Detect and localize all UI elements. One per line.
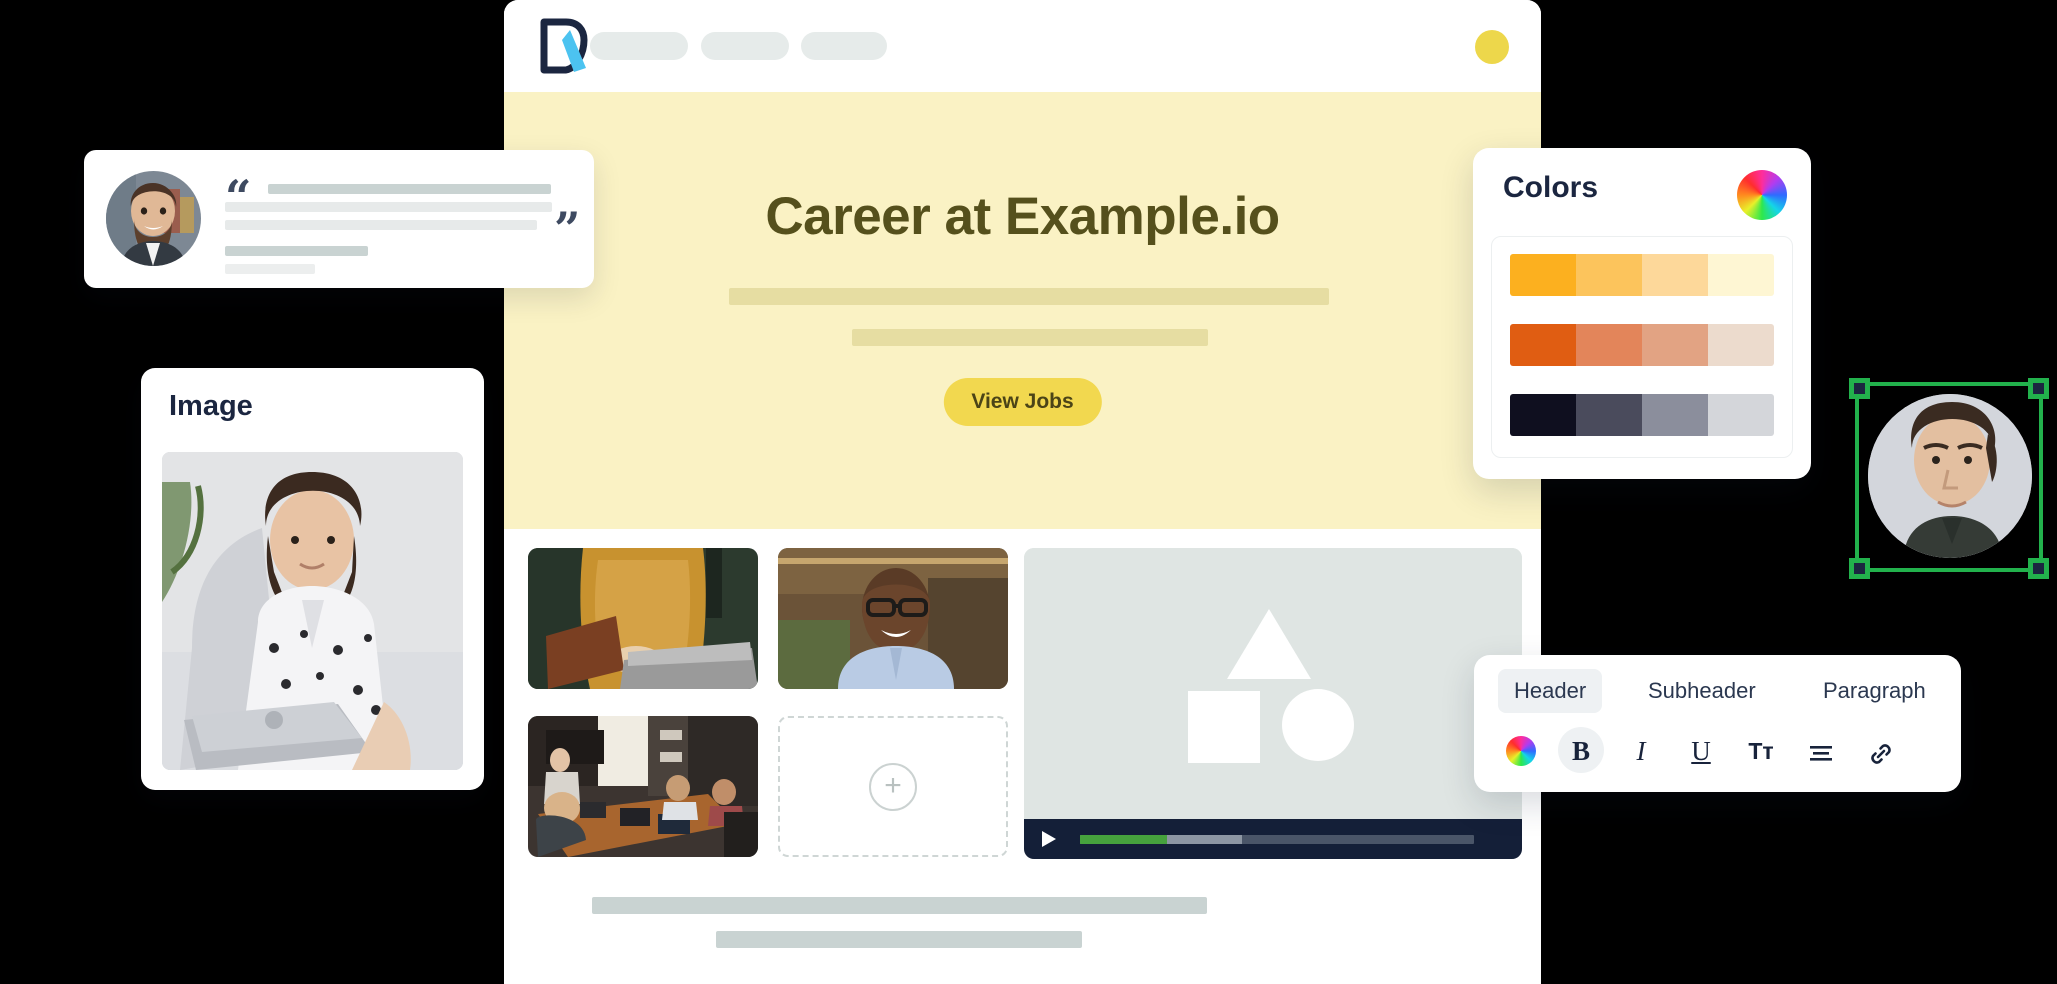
video-canvas [1024, 548, 1522, 819]
quote-placeholder-4 [225, 246, 368, 256]
view-jobs-button[interactable]: View Jobs [943, 378, 1102, 426]
hero-subtitle-placeholder-1 [729, 288, 1329, 305]
video-progress-played [1080, 835, 1167, 844]
nav-placeholder-3[interactable] [801, 32, 887, 60]
video-progress-bar[interactable] [1080, 835, 1474, 844]
underline-button[interactable]: U [1678, 727, 1724, 773]
circle-shape-icon [1282, 689, 1354, 761]
photo-tile-laptop[interactable] [528, 548, 758, 689]
account-avatar[interactable] [1475, 30, 1509, 64]
video-player[interactable] [1024, 548, 1522, 859]
swatch-neutral-2[interactable] [1576, 394, 1642, 436]
image-card-title: Image [169, 390, 253, 422]
swatch-orange-3[interactable] [1642, 324, 1708, 366]
swatch-amber-2[interactable] [1576, 254, 1642, 296]
swatch-orange-1[interactable] [1510, 324, 1576, 366]
swatch-row-neutral [1510, 394, 1774, 436]
text-color-button[interactable] [1498, 727, 1544, 773]
play-icon[interactable] [1042, 831, 1056, 847]
image-card-photo[interactable] [162, 452, 463, 770]
tab-header[interactable]: Header [1498, 669, 1603, 713]
nav-placeholder-2[interactable] [701, 32, 789, 60]
format-button-group: B I U Tᴛ [1474, 727, 1961, 783]
style-tab-group: Header Subheader Paragraph [1474, 669, 1961, 719]
add-image-tile[interactable]: + [778, 716, 1008, 857]
site-preview-window: Career at Example.io View Jobs + [504, 0, 1541, 984]
swatch-neutral-3[interactable] [1642, 394, 1708, 436]
colors-panel-title: Colors [1503, 171, 1599, 204]
selected-avatar-object[interactable] [1849, 378, 2049, 579]
bold-button[interactable]: B [1558, 727, 1604, 773]
quote-placeholder-1 [268, 184, 551, 194]
selection-frame [1855, 382, 2043, 572]
colors-panel[interactable]: Colors [1473, 148, 1811, 479]
text-format-toolbar[interactable]: Header Subheader Paragraph B I U Tᴛ [1474, 655, 1961, 792]
triangle-shape-icon [1227, 609, 1311, 679]
tab-paragraph[interactable]: Paragraph [1807, 669, 1942, 713]
italic-button[interactable]: I [1618, 727, 1664, 773]
photo-tile-meeting-room[interactable] [528, 716, 758, 857]
quote-placeholder-2 [225, 202, 552, 212]
color-wheel-icon[interactable] [1737, 170, 1787, 220]
body-placeholder-2 [716, 931, 1082, 948]
resize-handle-bottom-left[interactable] [1849, 558, 1870, 579]
avatar [106, 171, 201, 266]
image-card[interactable]: Image [141, 368, 484, 790]
plus-icon: + [869, 762, 917, 811]
quote-placeholder-5 [225, 264, 315, 274]
align-button[interactable] [1798, 727, 1844, 773]
align-icon [1810, 745, 1832, 761]
resize-handle-top-left[interactable] [1849, 378, 1870, 399]
resize-handle-bottom-right[interactable] [2028, 558, 2049, 579]
color-wheel-icon [1506, 736, 1536, 766]
swatch-amber-3[interactable] [1642, 254, 1708, 296]
font-size-button[interactable]: Tᴛ [1738, 727, 1784, 773]
quote-placeholder-3 [225, 220, 537, 230]
tab-subheader[interactable]: Subheader [1632, 669, 1772, 713]
page-title: Career at Example.io [765, 187, 1280, 246]
swatch-amber-1[interactable] [1510, 254, 1576, 296]
body-placeholder-1 [592, 897, 1207, 914]
photo-tile-smiling-man[interactable] [778, 548, 1008, 689]
square-shape-icon [1188, 691, 1260, 763]
swatch-orange-2[interactable] [1576, 324, 1642, 366]
quote-open-icon: “ [225, 170, 252, 224]
swatch-row-amber [1510, 254, 1774, 296]
link-button[interactable] [1858, 727, 1904, 773]
video-controls [1024, 819, 1522, 859]
swatch-row-orange [1510, 324, 1774, 366]
swatch-neutral-1[interactable] [1510, 394, 1576, 436]
swatch-grid [1491, 236, 1793, 458]
document-pen-logo-icon[interactable] [536, 16, 594, 76]
hero-subtitle-placeholder-2 [852, 329, 1208, 346]
hero-section: Career at Example.io View Jobs [504, 92, 1541, 529]
swatch-amber-4[interactable] [1708, 254, 1774, 296]
testimonial-card[interactable]: “ ” [84, 150, 594, 288]
link-icon [1871, 744, 1891, 764]
nav-placeholder-1[interactable] [590, 32, 688, 60]
content-grid: + [504, 529, 1541, 984]
quote-close-icon: ” [554, 202, 581, 256]
resize-handle-top-right[interactable] [2028, 378, 2049, 399]
browser-top-bar [504, 0, 1541, 92]
swatch-neutral-4[interactable] [1708, 394, 1774, 436]
swatch-orange-4[interactable] [1708, 324, 1774, 366]
